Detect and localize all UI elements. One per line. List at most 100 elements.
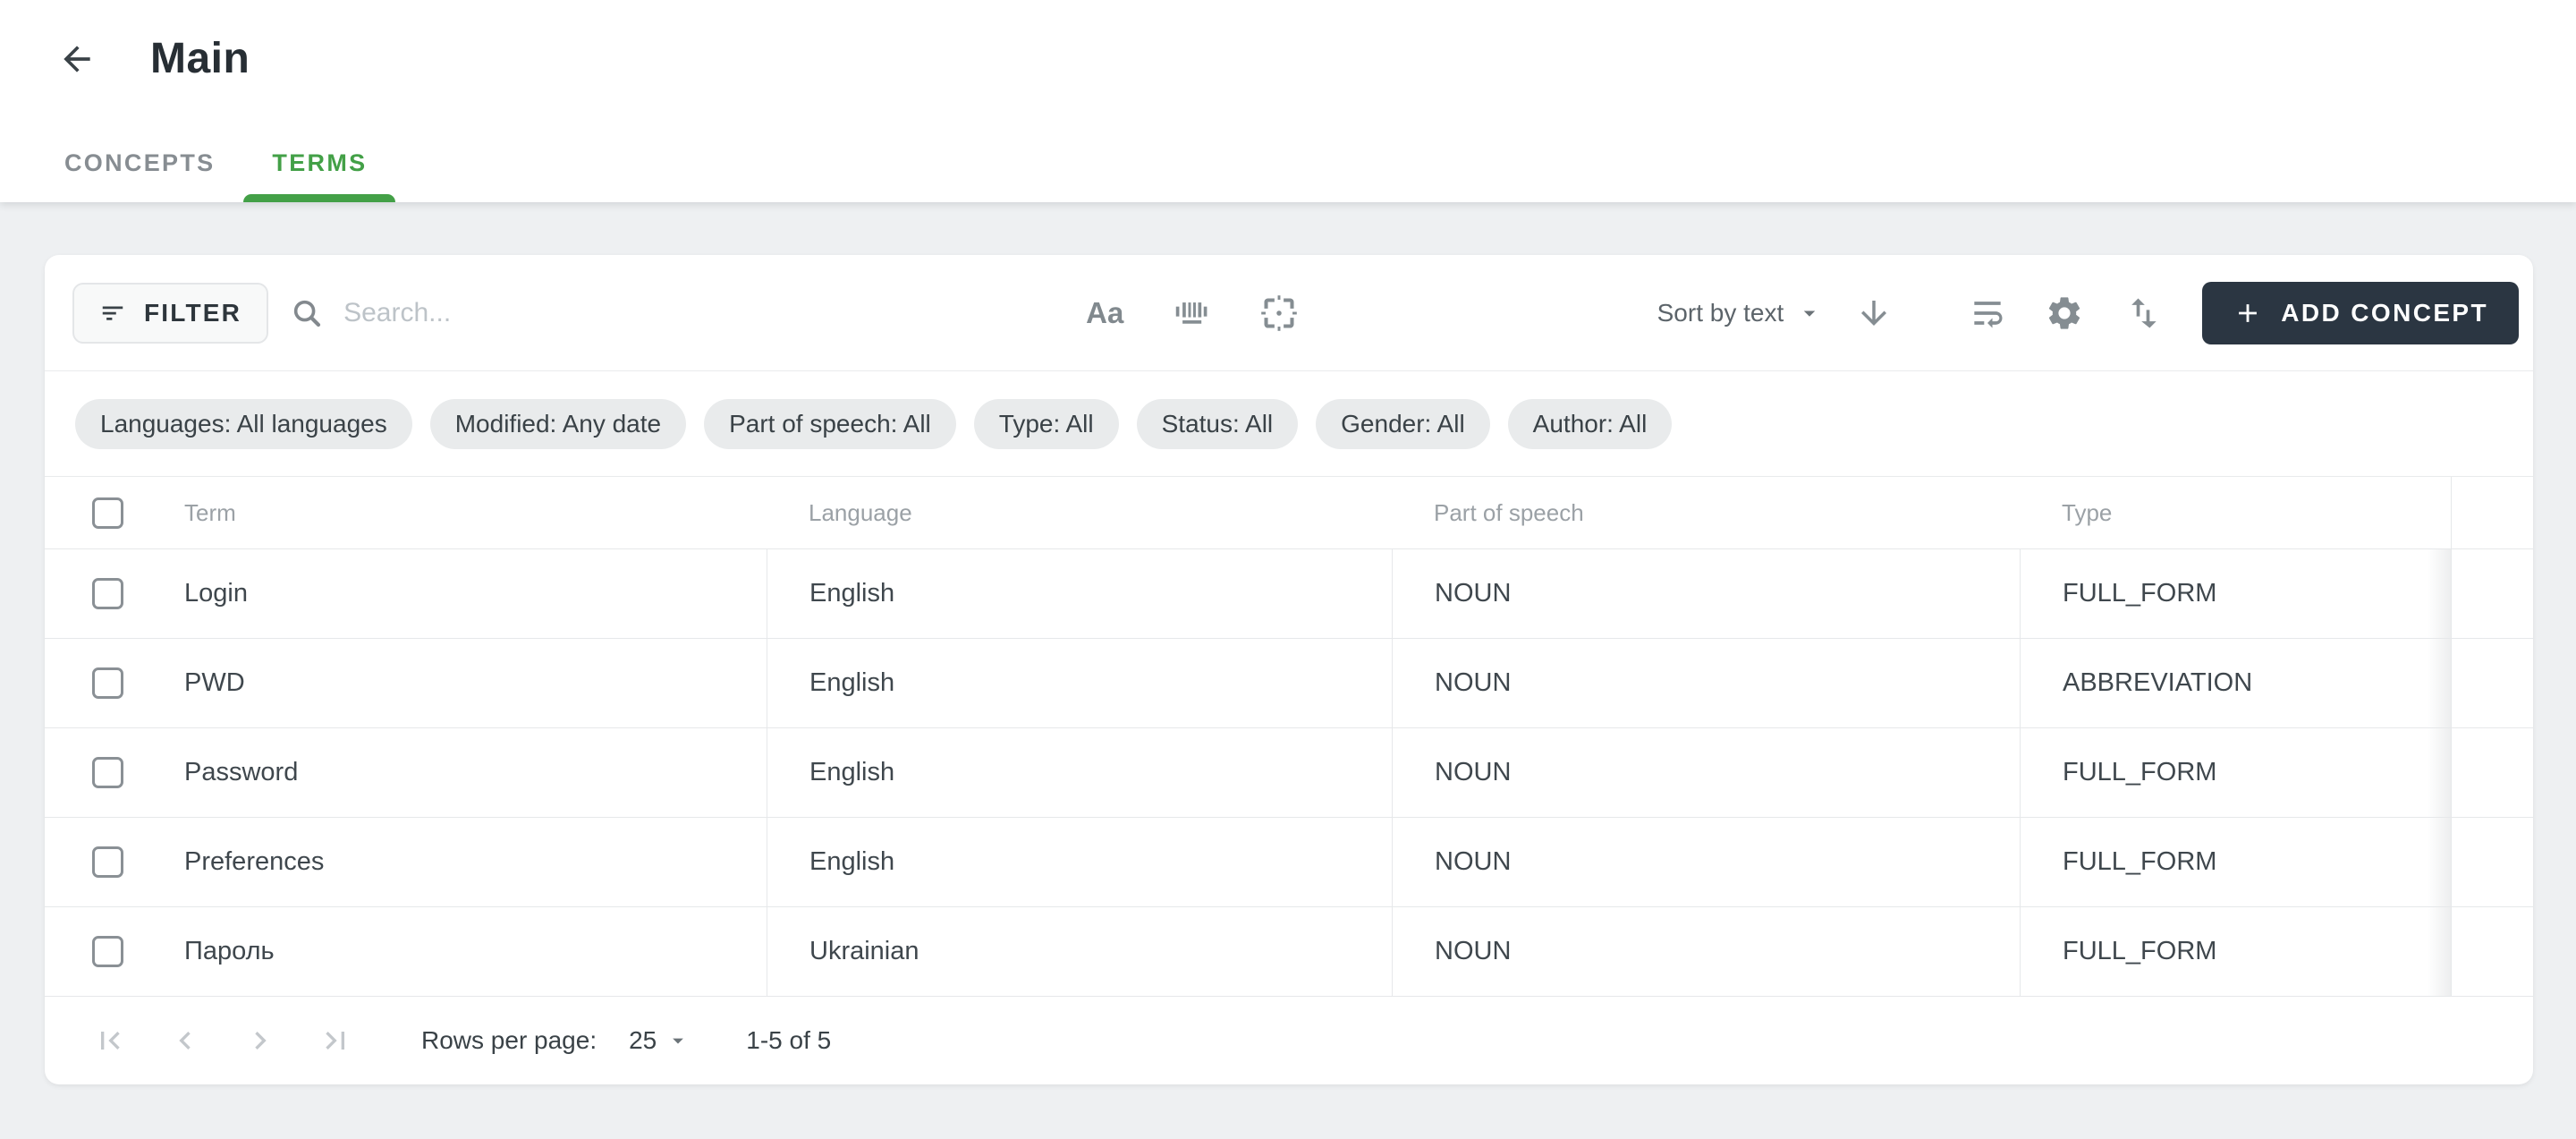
language-cell: English	[767, 639, 1392, 727]
sort-by-dropdown[interactable]: Sort by text	[1657, 299, 1824, 327]
table-row[interactable]: Password English NOUN FULL_FORM	[45, 728, 2533, 818]
term-cell: Preferences	[45, 818, 767, 906]
toolbar-right-tools: Sort by text	[1657, 282, 2519, 344]
exact-match-toggle[interactable]	[1259, 293, 1299, 333]
tab-terms[interactable]: TERMS	[243, 123, 395, 202]
focus-frame-icon	[1259, 293, 1299, 333]
overflow-cell	[2451, 818, 2533, 906]
first-page-button[interactable]	[92, 1023, 128, 1058]
type-cell: ABBREVIATION	[2020, 639, 2451, 727]
import-export-button[interactable]	[2123, 293, 2163, 333]
add-concept-button[interactable]: ADD CONCEPT	[2202, 282, 2519, 344]
filter-chip[interactable]: Gender: All	[1316, 399, 1490, 449]
page-title: Main	[150, 34, 250, 83]
table-row[interactable]: Login English NOUN FULL_FORM	[45, 549, 2533, 639]
row-checkbox[interactable]	[92, 846, 123, 878]
tab-concepts[interactable]: CONCEPTS	[36, 123, 243, 202]
term-cell: Password	[45, 728, 767, 817]
search-icon	[290, 296, 324, 330]
chevron-right-icon	[242, 1023, 278, 1058]
match-word-toggle[interactable]	[1172, 293, 1211, 333]
select-all-checkbox[interactable]	[92, 497, 123, 529]
dropdown-caret-icon	[1796, 300, 1823, 327]
dropdown-caret-icon	[665, 1028, 691, 1053]
chevron-left-icon	[167, 1023, 203, 1058]
type-cell: FULL_FORM	[2020, 549, 2451, 638]
language-cell: English	[767, 818, 1392, 906]
arrow-back-icon	[57, 39, 100, 79]
arrow-downward-icon	[1855, 294, 1893, 332]
match-case-icon: Aa	[1086, 296, 1123, 329]
rows-per-page-label: Rows per page:	[421, 1026, 597, 1055]
wrap-text-button[interactable]	[1968, 293, 2007, 333]
sort-direction-button[interactable]	[1855, 294, 1893, 332]
search-input[interactable]	[343, 298, 1050, 328]
pagination-bar: Rows per page: 25 1-5 of 5	[45, 997, 2533, 1084]
term-value: Login	[184, 579, 248, 608]
term-cell: Login	[45, 549, 767, 638]
search-box	[290, 296, 1050, 330]
filter-chip[interactable]: Status: All	[1137, 399, 1299, 449]
language-cell: Ukrainian	[767, 907, 1392, 996]
table-row[interactable]: Пароль Ukrainian NOUN FULL_FORM	[45, 907, 2533, 997]
filter-chips-row: Languages: All languages Modified: Any d…	[45, 371, 2533, 477]
table-header-language: Language	[767, 477, 1392, 548]
overflow-cell	[2451, 639, 2533, 727]
settings-button[interactable]	[2045, 293, 2084, 333]
gear-icon	[2045, 293, 2084, 333]
search-option-toggles: Aa	[1086, 293, 1299, 333]
pagination-nav	[92, 1023, 353, 1058]
next-page-button[interactable]	[242, 1023, 278, 1058]
last-page-button[interactable]	[318, 1023, 353, 1058]
filter-chip[interactable]: Languages: All languages	[75, 399, 412, 449]
part-of-speech-cell: NOUN	[1392, 639, 2020, 727]
filter-chip[interactable]: Type: All	[974, 399, 1119, 449]
table-row[interactable]: Preferences English NOUN FULL_FORM	[45, 818, 2533, 907]
filter-chip[interactable]: Part of speech: All	[704, 399, 956, 449]
plus-icon	[2233, 298, 2263, 328]
table-row[interactable]: PWD English NOUN ABBREVIATION	[45, 639, 2533, 728]
row-checkbox[interactable]	[92, 578, 123, 609]
type-cell: FULL_FORM	[2020, 728, 2451, 817]
table-header-row: Term Language Part of speech Type	[45, 477, 2533, 549]
row-checkbox[interactable]	[92, 757, 123, 788]
term-value: Password	[184, 758, 298, 787]
filter-chip[interactable]: Modified: Any date	[430, 399, 686, 449]
first-page-icon	[92, 1023, 128, 1058]
table-header-type: Type	[2020, 477, 2451, 548]
type-cell: FULL_FORM	[2020, 907, 2451, 996]
wrap-text-icon	[1968, 293, 2007, 333]
language-cell: English	[767, 549, 1392, 638]
page-header: Main CONCEPTS TERMS	[0, 0, 2576, 202]
overflow-cell	[2451, 728, 2533, 817]
row-checkbox[interactable]	[92, 667, 123, 699]
back-button[interactable]	[57, 38, 100, 81]
filter-chip[interactable]: Author: All	[1508, 399, 1673, 449]
tab-bar: CONCEPTS TERMS	[36, 123, 2576, 202]
term-value: Preferences	[184, 847, 324, 877]
rows-per-page-select[interactable]: 25	[629, 1026, 691, 1055]
filter-button-label: FILTER	[144, 299, 242, 327]
table-header-term: Term	[45, 477, 767, 548]
overflow-cell	[2451, 549, 2533, 638]
add-concept-label: ADD CONCEPT	[2281, 299, 2488, 327]
terms-card: FILTER Aa Sort	[45, 255, 2533, 1084]
term-cell: Пароль	[45, 907, 767, 996]
part-of-speech-cell: NOUN	[1392, 907, 2020, 996]
row-checkbox[interactable]	[92, 936, 123, 967]
part-of-speech-cell: NOUN	[1392, 818, 2020, 906]
column-label-term: Term	[184, 499, 236, 527]
filter-button[interactable]: FILTER	[72, 283, 268, 344]
part-of-speech-cell: NOUN	[1392, 728, 2020, 817]
language-cell: English	[767, 728, 1392, 817]
table-header-overflow-column	[2451, 477, 2533, 548]
previous-page-button[interactable]	[167, 1023, 203, 1058]
term-value: PWD	[184, 668, 245, 698]
title-row: Main	[0, 0, 2576, 83]
filter-list-icon	[99, 300, 126, 327]
part-of-speech-cell: NOUN	[1392, 549, 2020, 638]
match-case-toggle[interactable]: Aa	[1086, 298, 1123, 327]
rows-per-page-value: 25	[629, 1026, 657, 1055]
term-value: Пароль	[184, 937, 275, 966]
term-cell: PWD	[45, 639, 767, 727]
